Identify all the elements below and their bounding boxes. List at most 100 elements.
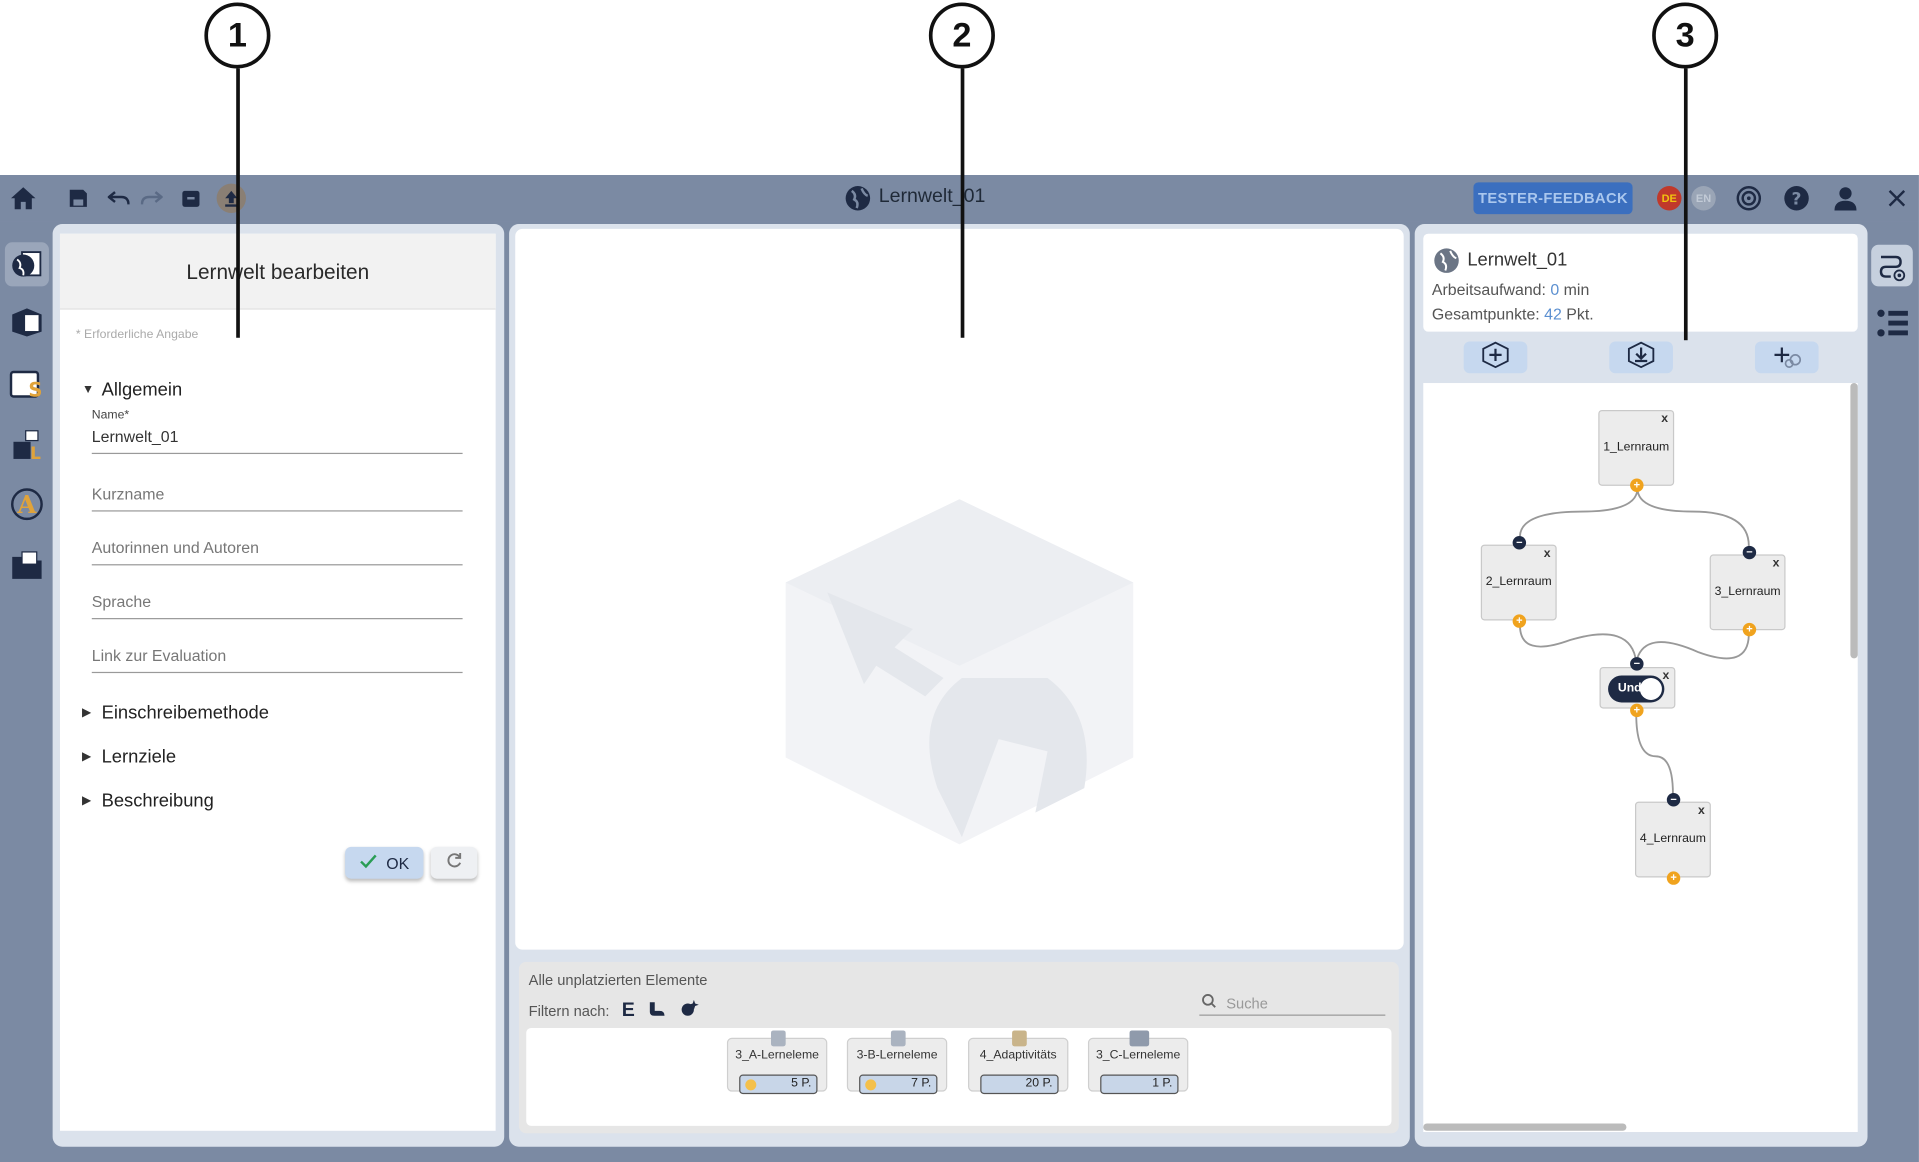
name-field[interactable]: Name* Lernwelt_01 [91, 408, 463, 455]
output-port-icon[interactable]: + [1630, 703, 1644, 718]
section-general-toggle[interactable]: ▼ Allgemein [82, 379, 182, 400]
output-port-icon[interactable]: + [1512, 614, 1527, 628]
svg-text:A: A [16, 490, 37, 519]
input-port-icon[interactable]: − [1512, 536, 1527, 550]
world-canvas[interactable] [515, 228, 1404, 950]
name-value[interactable]: Lernwelt_01 [92, 422, 463, 453]
undo-icon[interactable] [105, 185, 132, 212]
and-or-toggle[interactable]: Und [1608, 675, 1665, 703]
list-view-icon[interactable] [1875, 305, 1912, 342]
reset-button[interactable] [430, 846, 478, 879]
output-port-icon[interactable]: + [1742, 622, 1757, 637]
input-port-icon[interactable]: − [1742, 545, 1757, 560]
remove-node-icon[interactable]: x [1662, 669, 1669, 682]
refresh-icon [444, 850, 464, 876]
condition-label: Und [1617, 681, 1642, 696]
search-icon [1202, 994, 1217, 1012]
redo-icon[interactable] [138, 185, 165, 212]
caret-right-icon: ▶ [81, 794, 92, 808]
unplaced-element-card[interactable]: 3_A-Lerneleme 5 P. [726, 1030, 828, 1095]
remove-node-icon[interactable]: x [1698, 804, 1705, 817]
workload-label: Arbeitsaufwand: [1431, 280, 1546, 299]
room-node[interactable]: x 2_Lernraum [1480, 544, 1557, 621]
room-node[interactable]: x 4_Lernraum [1634, 801, 1711, 878]
user-icon[interactable] [1832, 185, 1859, 212]
space-icon[interactable]: S [7, 365, 46, 404]
svg-text:L: L [30, 444, 41, 461]
save-icon[interactable] [65, 185, 92, 212]
room-node-label: 2_Lernraum [1485, 575, 1552, 589]
section-goals-label: Lernziele [101, 746, 177, 768]
learning-path-view-icon[interactable] [1871, 244, 1913, 287]
name-label: Name* [91, 408, 130, 423]
input-port-icon[interactable]: − [1666, 793, 1681, 807]
home-icon[interactable] [10, 185, 37, 212]
section-description-label: Beschreibung [101, 790, 214, 812]
learning-path-graph[interactable] [1423, 383, 1858, 1133]
import-button[interactable] [1609, 341, 1673, 374]
world-icon[interactable] [4, 242, 49, 287]
element-points: 7 P. [859, 1074, 938, 1095]
condition-node[interactable]: x Und [1599, 666, 1676, 709]
points-line: Gesamtpunkte: 42 Pkt. [1432, 305, 1594, 323]
world-globe-icon [1433, 247, 1460, 280]
short-name-placeholder: Kurzname [91, 484, 165, 503]
room-node[interactable]: x 3_Lernraum [1709, 554, 1786, 631]
tester-feedback-button[interactable]: TESTER-FEEDBACK [1473, 182, 1633, 215]
upload-icon[interactable] [216, 183, 246, 213]
output-port-icon[interactable]: + [1666, 871, 1681, 885]
add-condition-button[interactable] [1754, 341, 1819, 374]
element-type-icon [770, 1030, 786, 1047]
evaluation-link-field[interactable]: Link zur Evaluation [91, 641, 463, 674]
unplaced-element-card[interactable]: 4_Adaptivitäts 20 P. [968, 1030, 1069, 1095]
filter-label: Filtern nach: [528, 1001, 610, 1019]
toggle-knob [1639, 677, 1662, 701]
remove-node-icon[interactable]: x [1773, 557, 1780, 570]
element-points: 5 P. [739, 1074, 818, 1095]
search-input[interactable]: Suche [1199, 991, 1386, 1016]
language-en-button[interactable]: EN [1691, 186, 1716, 211]
graph-horizontal-scrollbar[interactable] [1423, 1123, 1627, 1131]
room-node[interactable]: x 1_Lernraum [1598, 409, 1675, 486]
ok-button[interactable]: OK [345, 846, 424, 879]
room-node-label: 1_Lernraum [1603, 440, 1670, 455]
workload-value: 0 [1550, 280, 1560, 299]
graph-vertical-scrollbar[interactable] [1850, 383, 1858, 659]
required-hint: * Erforderliche Angabe [75, 327, 199, 342]
caret-down-icon: ▼ [81, 383, 95, 397]
unplaced-element-card[interactable]: 3-B-Lerneleme 7 P. [846, 1030, 948, 1095]
authors-placeholder: Autorinnen und Autoren [91, 538, 259, 557]
input-port-icon[interactable]: − [1630, 657, 1644, 671]
target-icon[interactable] [1735, 185, 1762, 212]
element-icon[interactable]: L [7, 425, 46, 464]
unplaced-element-card[interactable]: 3_C-Lerneleme 1 P. [1087, 1030, 1189, 1095]
add-room-button[interactable] [1463, 341, 1528, 374]
edit-panel-title: Lernwelt bearbeiten [186, 260, 370, 284]
section-goals-toggle[interactable]: ▶ Lernziele [82, 747, 176, 768]
output-port-icon[interactable]: + [1630, 478, 1644, 492]
adaptivity-icon[interactable]: A [7, 485, 46, 524]
authors-field[interactable]: Autorinnen und Autoren [91, 534, 463, 566]
filter-element-icon[interactable]: E [622, 999, 635, 1021]
remove-node-icon[interactable]: x [1661, 412, 1668, 425]
remove-node-icon[interactable]: x [1544, 547, 1551, 560]
world-title: Lernwelt_01 [878, 186, 986, 207]
element-points-value: 5 P. [791, 1076, 812, 1091]
language-de-button[interactable]: DE [1657, 186, 1682, 211]
filter-adaptivity-icon[interactable] [679, 999, 699, 1022]
element-type-icon [890, 1030, 906, 1047]
room-icon[interactable] [7, 302, 46, 341]
element-points-value: 7 P. [911, 1076, 932, 1091]
room-node-label: 3_Lernraum [1714, 584, 1781, 599]
language-field[interactable]: Sprache [91, 587, 463, 620]
section-description-toggle[interactable]: ▶ Beschreibung [82, 791, 214, 812]
stage: 1 2 3 Lernwelt_01 TESTER-FEEDBACK DE EN [0, 0, 1919, 1162]
close-icon[interactable] [1883, 185, 1910, 212]
world-name: Lernwelt_01 [1467, 249, 1568, 271]
filter-story-icon[interactable] [647, 1000, 667, 1021]
short-name-field[interactable]: Kurzname [91, 480, 463, 512]
help-icon[interactable]: ? [1783, 185, 1810, 212]
archive-icon[interactable] [177, 185, 204, 212]
section-enrolment-toggle[interactable]: ▶ Einschreibemethode [82, 702, 269, 723]
folder-icon[interactable] [7, 546, 46, 585]
